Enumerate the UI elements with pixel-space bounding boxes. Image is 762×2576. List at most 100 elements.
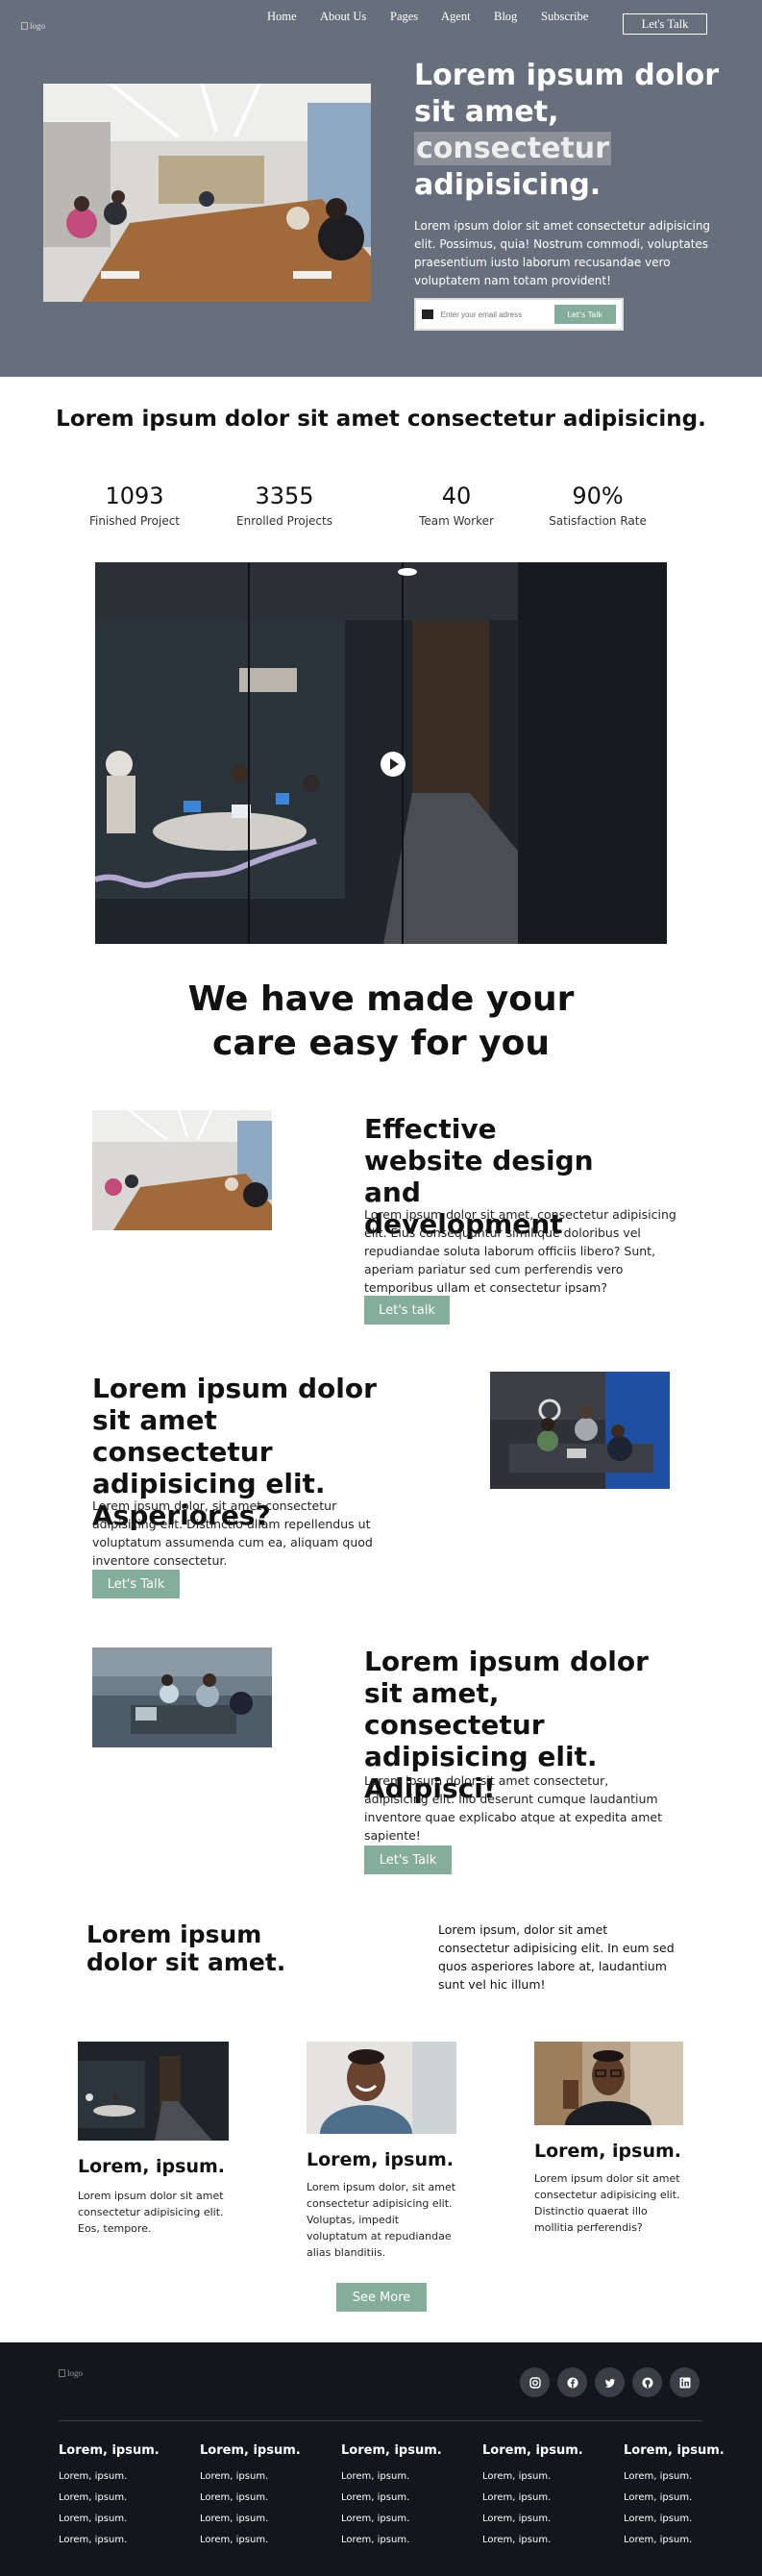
hero-title-highlight: consectetur bbox=[414, 132, 611, 165]
nav-subscribe[interactable]: Subscribe bbox=[541, 10, 588, 24]
email-signup-form: Let's Talk bbox=[414, 298, 624, 331]
footer-link[interactable]: Lorem, ipsum. bbox=[482, 2530, 583, 2551]
card-image-smiling-man bbox=[307, 2042, 456, 2134]
footer-link[interactable]: Lorem, ipsum. bbox=[200, 2488, 301, 2509]
hero-meeting-image bbox=[43, 84, 371, 302]
hero-title-line-4: adipisicing. bbox=[414, 168, 602, 202]
nav-about[interactable]: About Us bbox=[320, 10, 366, 24]
feature-image-meeting bbox=[92, 1110, 272, 1230]
stat-value: 90% bbox=[572, 483, 624, 509]
footer-link[interactable]: Lorem, ipsum. bbox=[59, 2509, 160, 2530]
linkedin-icon[interactable] bbox=[670, 2367, 700, 2397]
logo[interactable]: logo bbox=[21, 21, 45, 31]
footer-link[interactable]: Lorem, ipsum. bbox=[624, 2488, 725, 2509]
feature-text: Lorem ipsum dolor sit amet, consectetur … bbox=[364, 1207, 676, 1295]
footer-link[interactable]: Lorem, ipsum. bbox=[200, 2509, 301, 2530]
footer-column: Lorem, ipsum. Lorem, ipsum. Lorem, ipsum… bbox=[200, 2443, 301, 2551]
card-title: Lorem, ipsum. bbox=[307, 2149, 455, 2170]
footer-link[interactable]: Lorem, ipsum. bbox=[341, 2530, 442, 2551]
split-text: Lorem ipsum, dolor sit amet consectetur … bbox=[438, 1922, 675, 1992]
hero-subtitle: Lorem ipsum dolor sit amet consectetur a… bbox=[414, 219, 711, 287]
nav-pages[interactable]: Pages bbox=[390, 10, 418, 24]
footer-link[interactable]: Lorem, ipsum. bbox=[624, 2509, 725, 2530]
mail-icon bbox=[422, 310, 433, 319]
footer-column: Lorem, ipsum. Lorem, ipsum. Lorem, ipsum… bbox=[482, 2443, 583, 2551]
footer-column-title: Lorem, ipsum. bbox=[624, 2443, 725, 2458]
footer-divider bbox=[59, 2420, 702, 2421]
footer-link[interactable]: Lorem, ipsum. bbox=[200, 2530, 301, 2551]
broken-image-icon bbox=[21, 22, 28, 30]
footer-link[interactable]: Lorem, ipsum. bbox=[482, 2509, 583, 2530]
footer-link[interactable]: Lorem, ipsum. bbox=[624, 2530, 725, 2551]
see-more-button[interactable]: See More bbox=[336, 2283, 427, 2312]
instagram-icon[interactable] bbox=[520, 2367, 550, 2397]
video-thumbnail[interactable] bbox=[95, 562, 667, 944]
footer-column: Lorem, ipsum. Lorem, ipsum. Lorem, ipsum… bbox=[341, 2443, 442, 2551]
stat-label: Enrolled Projects bbox=[236, 514, 332, 528]
stats-row: 1093 Finished Project 3355 Enrolled Proj… bbox=[89, 483, 673, 540]
footer-link[interactable]: Lorem, ipsum. bbox=[341, 2488, 442, 2509]
section-tagline: Lorem ipsum dolor sit amet consectetur a… bbox=[56, 407, 706, 432]
hero-title-line-1: Lorem ipsum dolor bbox=[414, 59, 720, 92]
stat-item: 1093 Finished Project bbox=[67, 483, 202, 528]
feature-text: Lorem ipsum dolor sit amet consectetur, … bbox=[364, 1773, 662, 1843]
footer-link[interactable]: Lorem, ipsum. bbox=[59, 2466, 160, 2488]
broken-image-icon bbox=[59, 2369, 65, 2377]
footer-column: Lorem, ipsum. Lorem, ipsum. Lorem, ipsum… bbox=[624, 2443, 725, 2551]
hero-section: logo Home About Us Pages Agent Blog Subs… bbox=[0, 0, 762, 377]
nav-blog[interactable]: Blog bbox=[494, 10, 517, 24]
card-image-office bbox=[78, 2042, 229, 2141]
hero-title-line-2: sit amet, bbox=[414, 95, 559, 129]
card-text: Lorem ipsum dolor sit amet consectetur a… bbox=[534, 2172, 680, 2234]
stat-label: Satisfaction Rate bbox=[549, 514, 647, 528]
card-image-man-glasses bbox=[534, 2042, 683, 2125]
stat-label: Team Worker bbox=[419, 514, 494, 528]
stat-label: Finished Project bbox=[88, 514, 181, 528]
footer-link[interactable]: Lorem, ipsum. bbox=[59, 2488, 160, 2509]
feature-image-office bbox=[92, 1647, 272, 1747]
footer: logo Lorem, ipsum. Lorem, ipsum. Lorem, … bbox=[0, 2342, 762, 2576]
stat-value: 1093 bbox=[105, 483, 164, 509]
hero-title: Lorem ipsum dolor sit amet, consectetur … bbox=[414, 58, 741, 204]
footer-column-title: Lorem, ipsum. bbox=[59, 2443, 160, 2458]
feature-lets-talk-button[interactable]: Let's Talk bbox=[92, 1570, 180, 1598]
stat-value: 3355 bbox=[255, 483, 314, 509]
care-heading-line-2: care easy for you bbox=[212, 1024, 550, 1063]
nav-agent[interactable]: Agent bbox=[441, 10, 471, 24]
signup-submit-button[interactable]: Let's Talk bbox=[553, 305, 616, 324]
care-heading: We have made your care easy for you bbox=[0, 978, 762, 1066]
logo-alt-text: logo bbox=[30, 21, 46, 31]
footer-link[interactable]: Lorem, ipsum. bbox=[59, 2530, 160, 2551]
play-button-icon[interactable] bbox=[381, 752, 406, 777]
footer-column-title: Lorem, ipsum. bbox=[200, 2443, 301, 2458]
lets-talk-button[interactable]: Let's Talk bbox=[623, 13, 707, 35]
footer-link[interactable]: Lorem, ipsum. bbox=[482, 2488, 583, 2509]
footer-link[interactable]: Lorem, ipsum. bbox=[341, 2509, 442, 2530]
feature-lets-talk-button[interactable]: Let's Talk bbox=[364, 1845, 452, 1874]
footer-link[interactable]: Lorem, ipsum. bbox=[482, 2466, 583, 2488]
github-icon[interactable] bbox=[632, 2367, 662, 2397]
card-title: Lorem, ipsum. bbox=[534, 2141, 682, 2162]
footer-column-title: Lorem, ipsum. bbox=[482, 2443, 583, 2458]
footer-column: Lorem, ipsum. Lorem, ipsum. Lorem, ipsum… bbox=[59, 2443, 160, 2551]
email-input[interactable] bbox=[440, 310, 547, 319]
card-text: Lorem ipsum dolor, sit amet consectetur … bbox=[307, 2181, 456, 2259]
footer-logo[interactable]: logo bbox=[59, 2368, 83, 2378]
care-heading-line-1: We have made your bbox=[187, 979, 575, 1019]
stat-item: 90% Satisfaction Rate bbox=[530, 483, 665, 528]
stat-item: 40 Team Worker bbox=[389, 483, 524, 528]
footer-logo-alt-text: logo bbox=[67, 2368, 84, 2378]
feature-image-team bbox=[490, 1372, 670, 1489]
feature-lets-talk-button[interactable]: Let's talk bbox=[364, 1296, 450, 1325]
nav-home[interactable]: Home bbox=[267, 10, 297, 24]
facebook-icon[interactable] bbox=[557, 2367, 587, 2397]
split-heading: Lorem ipsum dolor sit amet. bbox=[86, 1920, 286, 1976]
feature-text: Lorem ipsum dolor, sit amet consectetur … bbox=[92, 1499, 373, 1568]
footer-link[interactable]: Lorem, ipsum. bbox=[341, 2466, 442, 2488]
twitter-icon[interactable] bbox=[595, 2367, 625, 2397]
stat-item: 3355 Enrolled Projects bbox=[217, 483, 352, 528]
footer-link[interactable]: Lorem, ipsum. bbox=[200, 2466, 301, 2488]
footer-column-title: Lorem, ipsum. bbox=[341, 2443, 442, 2458]
card-title: Lorem, ipsum. bbox=[78, 2156, 226, 2177]
footer-link[interactable]: Lorem, ipsum. bbox=[624, 2466, 725, 2488]
